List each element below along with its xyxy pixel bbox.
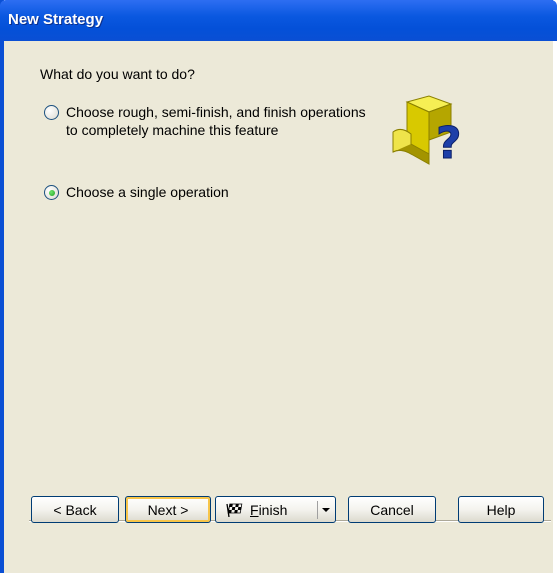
back-button[interactable]: < Back bbox=[31, 496, 119, 523]
finish-button-label: Finish bbox=[250, 501, 288, 518]
checkered-flag-icon bbox=[226, 503, 243, 517]
back-button-label: < Back bbox=[53, 501, 97, 518]
next-button-label: Next > bbox=[147, 501, 189, 518]
window-title: New Strategy bbox=[8, 11, 104, 28]
cancel-button-label: Cancel bbox=[370, 501, 414, 518]
help-button-label: Help bbox=[486, 501, 516, 518]
cancel-button[interactable]: Cancel bbox=[348, 496, 436, 523]
question-cube-icon: ? bbox=[392, 95, 461, 170]
option-single-operation[interactable]: Choose a single operation bbox=[44, 183, 376, 201]
question-label: What do you want to do? bbox=[40, 66, 195, 82]
svg-text:?: ? bbox=[436, 118, 461, 169]
next-button[interactable]: Next > bbox=[125, 496, 211, 523]
radio-full-machining[interactable] bbox=[44, 105, 59, 120]
option-full-machining[interactable]: Choose rough, semi-finish, and finish op… bbox=[44, 103, 376, 139]
option-full-machining-label: Choose rough, semi-finish, and finish op… bbox=[66, 104, 366, 138]
radio-single-operation[interactable] bbox=[44, 185, 59, 200]
dialog-body: What do you want to do? Choose rough, se… bbox=[4, 41, 553, 573]
title-bar[interactable]: New Strategy bbox=[0, 0, 557, 41]
option-single-operation-label: Choose a single operation bbox=[66, 184, 229, 200]
finish-split-divider bbox=[317, 501, 318, 519]
help-button[interactable]: Help bbox=[458, 496, 544, 523]
finish-button[interactable]: Finish bbox=[215, 496, 336, 523]
finish-dropdown-arrow-icon[interactable] bbox=[322, 508, 330, 512]
